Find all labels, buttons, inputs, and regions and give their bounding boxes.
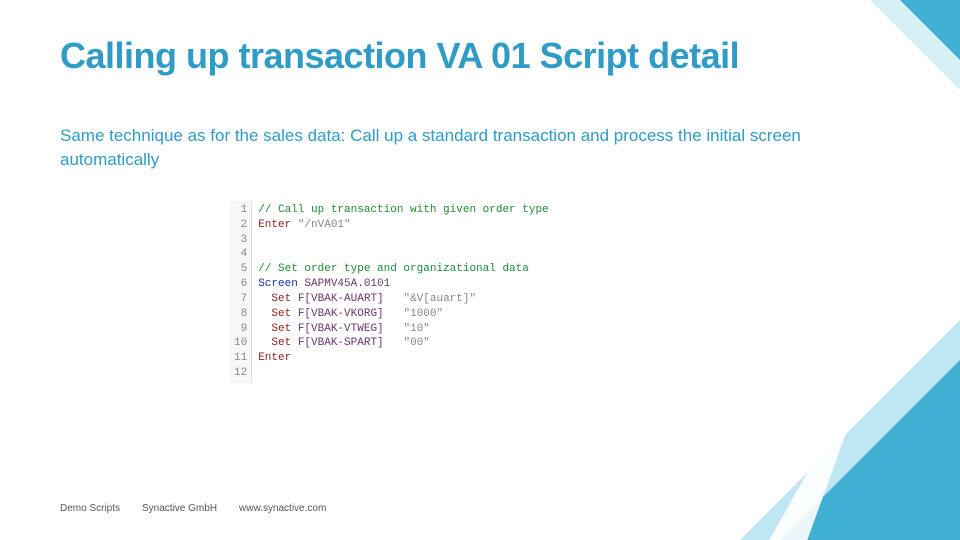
line-number: 10 <box>234 336 247 351</box>
code-line: // Set order type and organizational dat… <box>258 262 548 277</box>
code-line: Screen SAPMV45A.0101 <box>258 277 548 292</box>
line-number: 6 <box>234 277 247 292</box>
code-line: Set F[VBAK-SPART] "00" <box>258 336 548 351</box>
line-number: 12 <box>234 366 247 381</box>
code-line <box>258 366 548 381</box>
footer-right: www.synactive.com <box>239 503 326 514</box>
line-number: 5 <box>234 262 247 277</box>
slide-subtitle: Same technique as for the sales data: Ca… <box>60 124 820 173</box>
code-line <box>258 233 548 248</box>
footer-left: Demo Scripts <box>60 503 120 514</box>
line-number: 3 <box>234 233 247 248</box>
code-line <box>258 247 548 262</box>
code-line: // Call up transaction with given order … <box>258 203 548 218</box>
line-number: 4 <box>234 247 247 262</box>
code-line: Set F[VBAK-VKORG] "1000" <box>258 307 548 322</box>
line-number: 11 <box>234 351 247 366</box>
line-number: 2 <box>234 218 247 233</box>
slide: Calling up transaction VA 01 Script deta… <box>0 0 960 540</box>
code-line: Set F[VBAK-VTWEG] "10" <box>258 322 548 337</box>
line-number: 7 <box>234 292 247 307</box>
code-gutter: 123456789101112 <box>230 201 252 383</box>
code-line: Enter <box>258 351 548 366</box>
code-body: // Call up transaction with given order … <box>252 201 554 383</box>
footer: Demo Scripts Synactive GmbH www.synactiv… <box>60 503 326 514</box>
decor-triangle <box>900 0 960 60</box>
line-number: 9 <box>234 322 247 337</box>
footer-mid: Synactive GmbH <box>142 503 217 514</box>
line-number: 8 <box>234 307 247 322</box>
code-line: Enter "/nVA01" <box>258 218 548 233</box>
code-line: Set F[VBAK-AUART] "&V[auart]" <box>258 292 548 307</box>
line-number: 1 <box>234 203 247 218</box>
slide-title: Calling up transaction VA 01 Script deta… <box>60 36 900 76</box>
